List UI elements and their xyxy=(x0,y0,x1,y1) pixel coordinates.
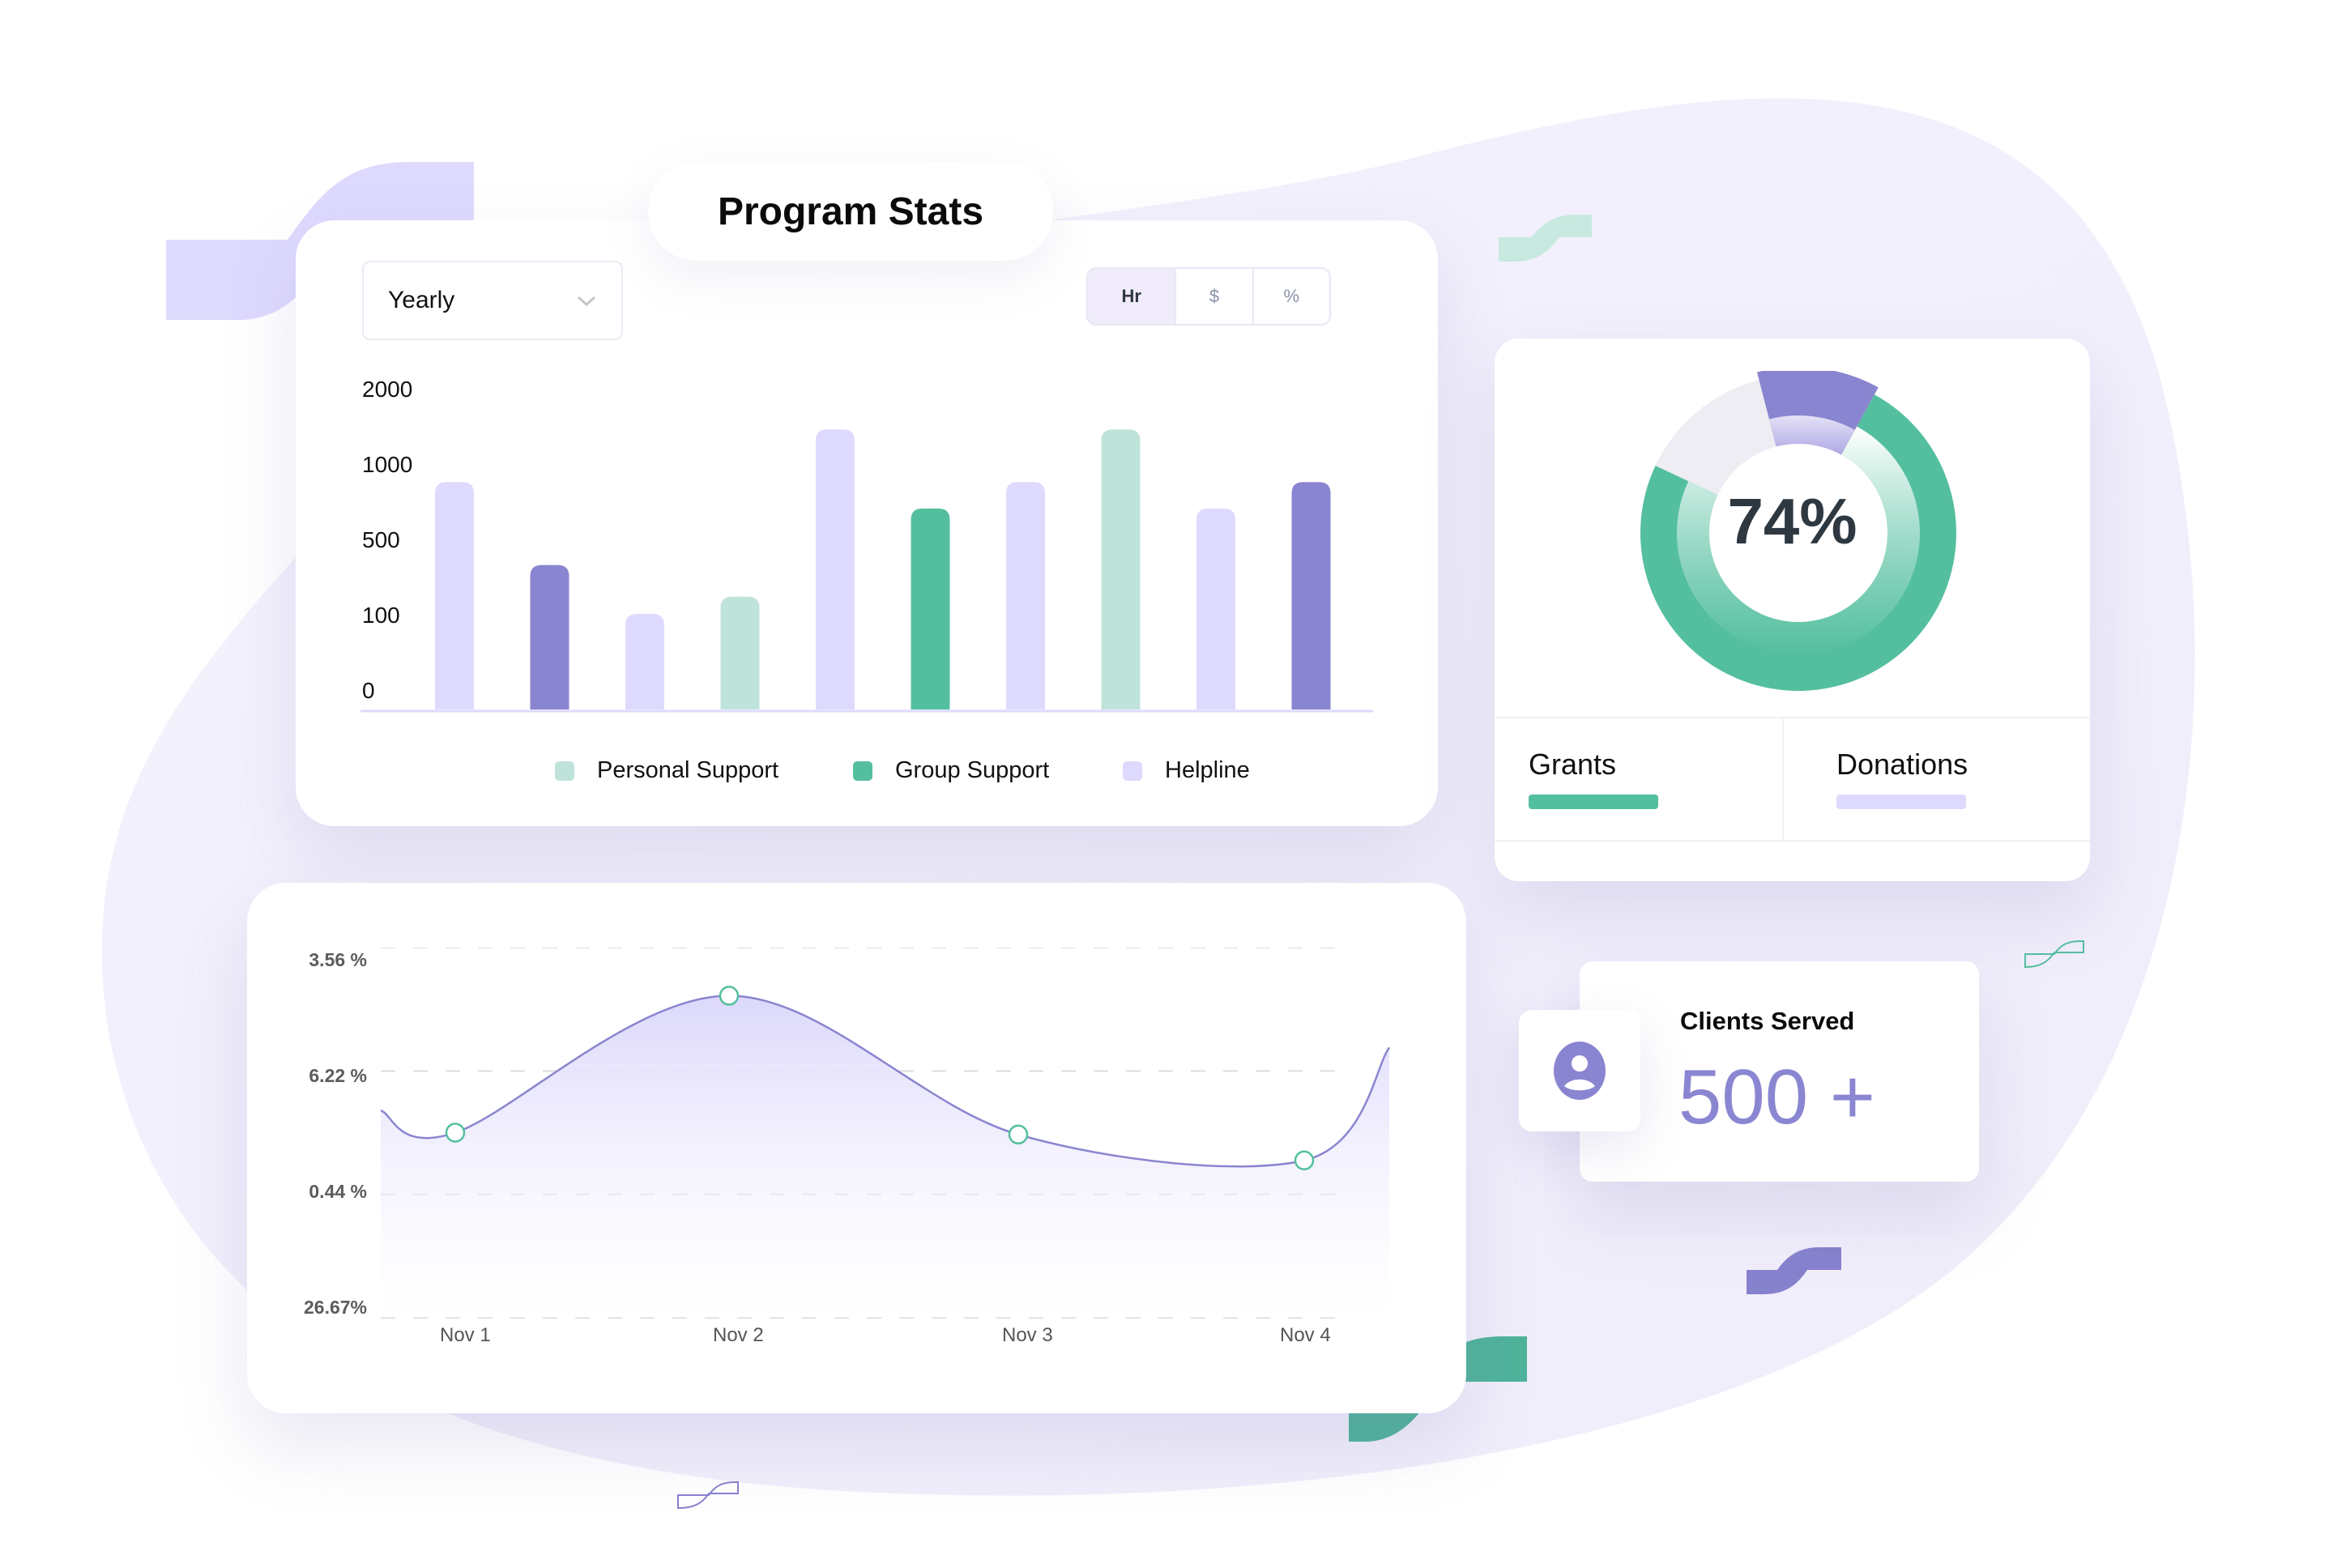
decorative-wave-shape xyxy=(1499,215,1592,262)
funding-donut-card: 74% Grants Donations xyxy=(1495,339,2090,881)
bar xyxy=(911,508,950,709)
legend-swatch xyxy=(1529,795,1658,809)
line-xtick-label: Nov 4 xyxy=(1280,1324,1331,1346)
unit-toggle-hr[interactable]: Hr xyxy=(1088,269,1175,324)
user-circle-icon xyxy=(1554,1042,1606,1100)
line-xtick-label: Nov 2 xyxy=(713,1324,764,1346)
line-ytick-label: 6.22 % xyxy=(309,1065,367,1086)
bar xyxy=(435,482,474,709)
bar xyxy=(530,565,569,709)
bar xyxy=(1291,482,1331,709)
program-stats-title: Program Stats xyxy=(648,162,1053,261)
legend-swatch xyxy=(853,761,872,781)
decorative-wave-shape xyxy=(1747,1247,1841,1294)
clients-served-value: 500 + xyxy=(1678,1054,1875,1140)
legend-helpline: Helpline xyxy=(1123,757,1250,784)
legend-grants: Grants xyxy=(1495,718,1782,840)
legend-label: Personal Support xyxy=(597,757,779,783)
bar xyxy=(1101,429,1141,709)
bar xyxy=(1006,482,1045,709)
line-point xyxy=(719,986,740,1006)
line-xtick-label: Nov 1 xyxy=(440,1324,491,1346)
decorative-wave-outline xyxy=(677,1481,739,1510)
line-ytick-label: 3.56 % xyxy=(309,949,367,970)
chevron-down-icon xyxy=(576,288,597,313)
legend-label: Donations xyxy=(1836,748,1968,781)
legend-label: Grants xyxy=(1529,748,1617,781)
unit-toggle: Hr $ % xyxy=(1086,267,1331,326)
legend-label: Group Support xyxy=(895,757,1050,783)
legend-swatch xyxy=(1836,795,1966,809)
bar-chart xyxy=(360,429,1373,713)
period-select[interactable]: Yearly xyxy=(362,261,623,340)
line-chart xyxy=(381,948,1391,1319)
avatar-tile xyxy=(1519,1010,1640,1131)
bar xyxy=(816,429,855,709)
period-select-value: Yearly xyxy=(388,287,455,313)
legend-group-support: Group Support xyxy=(853,757,1049,784)
unit-toggle-percent[interactable]: % xyxy=(1252,269,1329,324)
unit-toggle-dollar[interactable]: $ xyxy=(1175,269,1252,324)
legend-swatch xyxy=(1123,761,1142,781)
legend-personal-support: Personal Support xyxy=(555,757,778,784)
line-area-fill xyxy=(381,995,1389,1318)
bar xyxy=(720,596,760,709)
line-xtick-label: Nov 3 xyxy=(1002,1324,1053,1346)
legend-swatch xyxy=(555,761,574,781)
line-ytick-label: 26.67% xyxy=(303,1297,367,1318)
line-point xyxy=(1008,1124,1029,1145)
legend-label: Helpline xyxy=(1165,757,1250,783)
clients-served-title: Clients Served xyxy=(1680,1007,1855,1035)
donut-center-label: 74% xyxy=(1727,485,1857,557)
legend-donations: Donations xyxy=(1782,718,2090,840)
line-point xyxy=(1294,1150,1315,1171)
bar xyxy=(625,614,664,709)
line-point xyxy=(445,1123,466,1143)
donut-legend: Grants Donations xyxy=(1495,717,2090,842)
line-ytick-label: 0.44 % xyxy=(309,1181,367,1202)
decorative-wave-outline xyxy=(2024,940,2084,969)
bar xyxy=(1196,508,1235,709)
